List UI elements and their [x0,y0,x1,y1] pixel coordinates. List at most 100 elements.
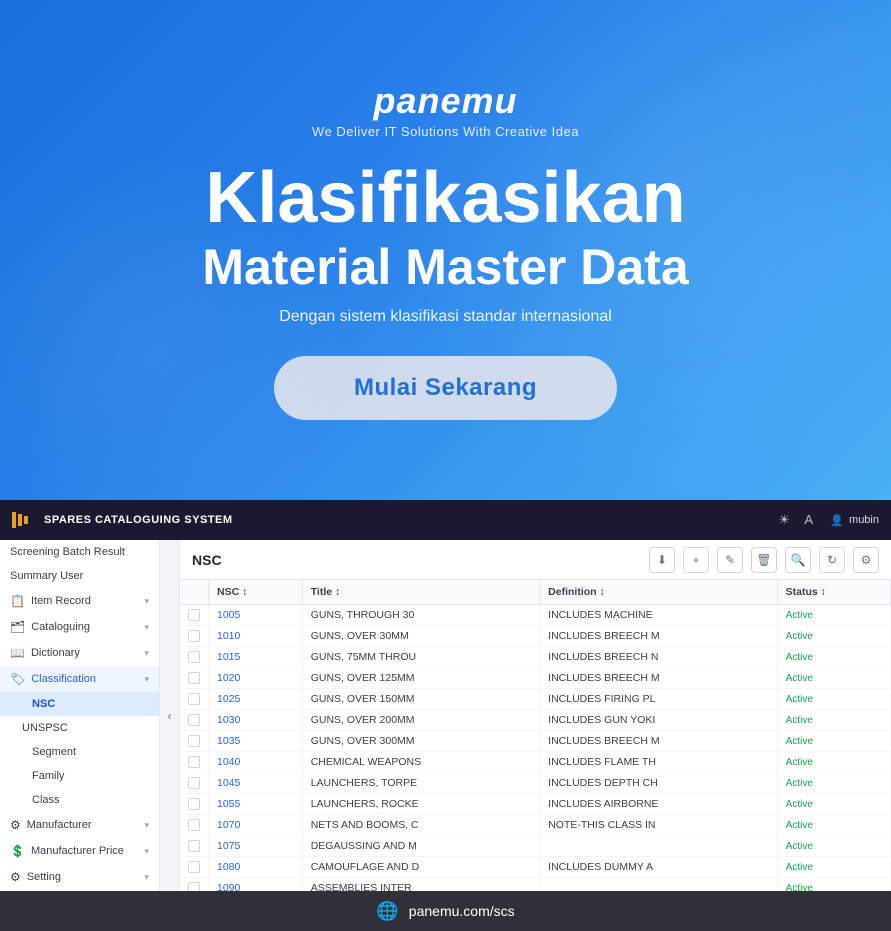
row-nsc[interactable]: 1035 [209,731,303,752]
row-nsc[interactable]: 1025 [209,689,303,710]
row-status: Active [777,815,890,836]
row-checkbox[interactable] [180,710,209,731]
classification-label: Classification [31,673,96,685]
row-definition: INCLUDES BREECH M [540,731,777,752]
sidebar-item-class[interactable]: Class [0,788,159,812]
sidebar-item-segment[interactable]: Segment [0,740,159,764]
row-status: Active [777,647,890,668]
row-status: Active [777,836,890,857]
col-title[interactable]: Title ↕ [302,580,539,605]
brightness-icon[interactable]: ☀ [778,512,794,528]
username: mubin [849,514,879,526]
row-nsc[interactable]: 1040 [209,752,303,773]
logo-bar-1 [12,512,16,528]
row-nsc[interactable]: 1090 [209,878,303,892]
row-definition [540,836,777,857]
translate-icon[interactable]: A [804,512,820,528]
table-row[interactable]: 1080 CAMOUFLAGE AND D INCLUDES DUMMY A A… [180,857,891,878]
logo-bar-3 [24,516,28,524]
row-nsc[interactable]: 1020 [209,668,303,689]
table-row[interactable]: 1030 GUNS, OVER 200MM INCLUDES GUN YOKI … [180,710,891,731]
row-nsc[interactable]: 1005 [209,605,303,626]
row-checkbox[interactable] [180,878,209,892]
col-status[interactable]: Status ↕ [777,580,890,605]
sidebar-item-classification[interactable]: 🏷 Classification ▾ [0,666,159,692]
content-actions: ⬇ + ✎ 🗑 🔍 ↻ ⚙ [649,547,879,573]
row-definition: INCLUDES FLAME TH [540,752,777,773]
table-row[interactable]: 1005 GUNS, THROUGH 30 INCLUDES MACHINE A… [180,605,891,626]
chevron-down-icon-2: ▾ [144,622,149,633]
table-row[interactable]: 1025 GUNS, OVER 150MM INCLUDES FIRING PL… [180,689,891,710]
sidebar-item-screening[interactable]: Screening Batch Result [0,540,159,564]
table-row[interactable]: 1090 ASSEMBLIES INTER Active [180,878,891,892]
table-row[interactable]: 1075 DEGAUSSING AND M Active [180,836,891,857]
delete-button[interactable]: 🗑 [751,547,777,573]
row-checkbox[interactable] [180,815,209,836]
sidebar-item-setting[interactable]: ⚙ Setting ▾ [0,864,159,890]
edit-button[interactable]: ✎ [717,547,743,573]
cataloguing-icon: 🗂 [10,620,25,634]
row-nsc[interactable]: 1080 [209,857,303,878]
sidebar-collapse-button[interactable]: ‹ [160,540,180,891]
row-checkbox[interactable] [180,647,209,668]
sidebar-item-dictionary[interactable]: 📖 Dictionary ▾ [0,640,159,666]
table-row[interactable]: 1010 GUNS, OVER 30MM INCLUDES BREECH M A… [180,626,891,647]
row-nsc[interactable]: 1015 [209,647,303,668]
table-row[interactable]: 1045 LAUNCHERS, TORPE INCLUDES DEPTH CH … [180,773,891,794]
row-nsc[interactable]: 1070 [209,815,303,836]
sidebar-item-summary[interactable]: Summary User [0,564,159,588]
user-info[interactable]: 👤 mubin [830,514,879,527]
sidebar-item-cataloguing[interactable]: 🗂 Cataloguing ▾ [0,614,159,640]
logo-tagline: We Deliver IT Solutions With Creative Id… [312,124,579,139]
export-button[interactable]: ⬇ [649,547,675,573]
sidebar-item-nsc[interactable]: NSC [0,692,159,716]
sidebar-item-item-record[interactable]: 📋 Item Record ▾ [0,588,159,614]
row-definition: INCLUDES AIRBORNE [540,794,777,815]
col-checkbox [180,580,209,605]
bottom-banner: 🌐 panemu.com/scs [0,891,891,931]
row-title: GUNS, THROUGH 30 [302,605,539,626]
row-definition [540,878,777,892]
settings-button[interactable]: ⚙ [853,547,879,573]
col-definition[interactable]: Definition ↕ [540,580,777,605]
row-checkbox[interactable] [180,773,209,794]
refresh-button[interactable]: ↻ [819,547,845,573]
setting-label: Setting [27,871,61,883]
table-row[interactable]: 1015 GUNS, 75MM THROU INCLUDES BREECH N … [180,647,891,668]
row-checkbox[interactable] [180,731,209,752]
row-nsc[interactable]: 1055 [209,794,303,815]
row-title: GUNS, 75MM THROU [302,647,539,668]
col-nsc[interactable]: NSC ↕ [209,580,303,605]
row-checkbox[interactable] [180,836,209,857]
table-row[interactable]: 1020 GUNS, OVER 125MM INCLUDES BREECH M … [180,668,891,689]
row-checkbox[interactable] [180,857,209,878]
screening-label: Screening Batch Result [10,546,125,558]
sidebar-item-unspsc[interactable]: UNSPSC [0,716,159,740]
table-row[interactable]: 1070 NETS AND BOOMS, C NOTE-THIS CLASS I… [180,815,891,836]
sidebar-item-manufacturer-price[interactable]: 💲 Manufacturer Price ▾ [0,838,159,864]
row-checkbox[interactable] [180,605,209,626]
app-header-left: SPARES CATALOGUING SYSTEM [12,512,233,528]
row-checkbox[interactable] [180,752,209,773]
row-nsc[interactable]: 1045 [209,773,303,794]
row-checkbox[interactable] [180,668,209,689]
search-button[interactable]: 🔍 [785,547,811,573]
add-button[interactable]: + [683,547,709,573]
row-checkbox[interactable] [180,794,209,815]
sidebar-item-family[interactable]: Family [0,764,159,788]
row-nsc[interactable]: 1030 [209,710,303,731]
row-nsc[interactable]: 1075 [209,836,303,857]
table-body: 1005 GUNS, THROUGH 30 INCLUDES MACHINE A… [180,605,891,892]
nsc-label: NSC [32,698,55,710]
manufacturer-label: Manufacturer [27,819,92,831]
content-header: NSC ⬇ + ✎ 🗑 🔍 ↻ ⚙ [180,540,891,580]
item-record-icon: 📋 [10,594,25,608]
row-checkbox[interactable] [180,689,209,710]
row-checkbox[interactable] [180,626,209,647]
table-row[interactable]: 1035 GUNS, OVER 300MM INCLUDES BREECH M … [180,731,891,752]
cta-button[interactable]: Mulai Sekarang [274,356,617,420]
sidebar-item-manufacturer[interactable]: ⚙ Manufacturer ▾ [0,812,159,838]
row-nsc[interactable]: 1010 [209,626,303,647]
table-row[interactable]: 1055 LAUNCHERS, ROCKE INCLUDES AIRBORNE … [180,794,891,815]
table-row[interactable]: 1040 CHEMICAL WEAPONS INCLUDES FLAME TH … [180,752,891,773]
